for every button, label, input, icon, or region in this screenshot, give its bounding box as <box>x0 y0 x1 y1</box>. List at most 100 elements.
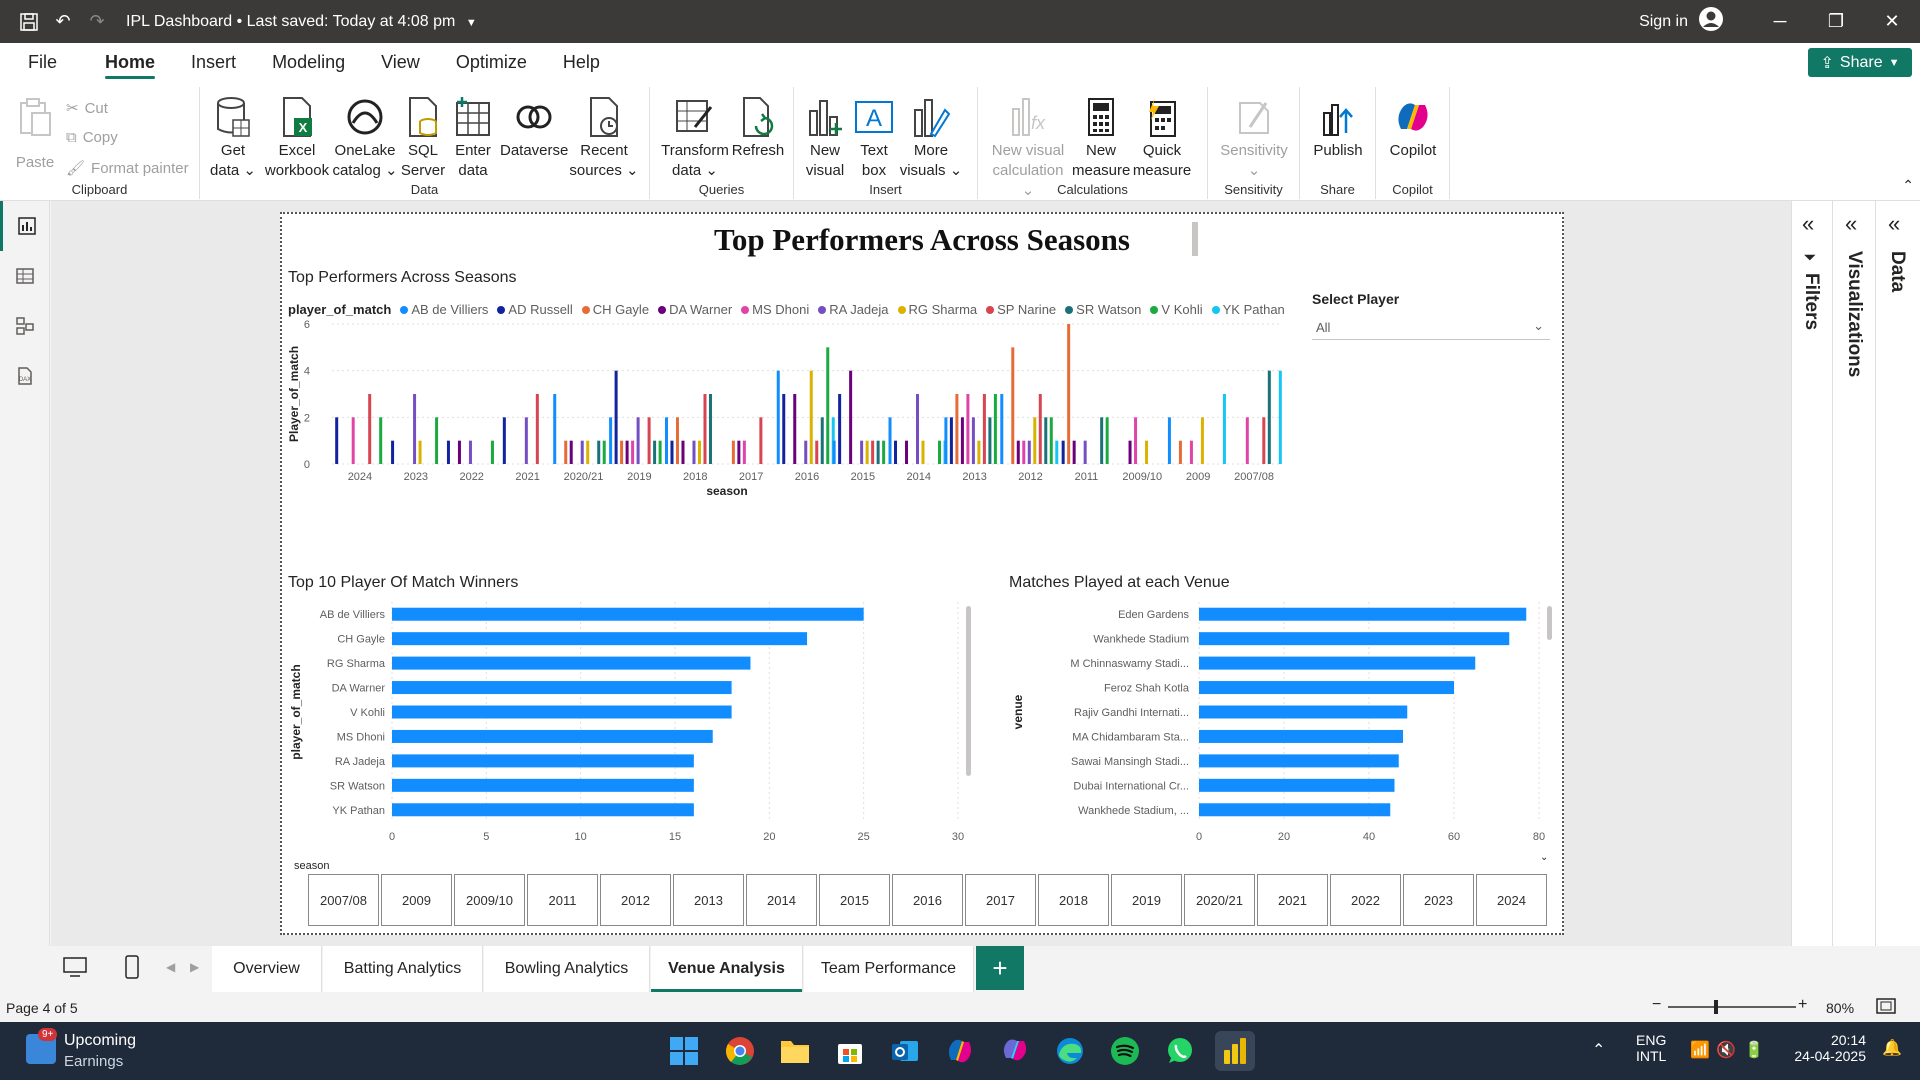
season-tile[interactable]: 2011 <box>527 874 598 926</box>
zoom-in-button[interactable]: + <box>1798 996 1807 1014</box>
more-visuals-button[interactable]: More visuals ⌄ <box>898 93 964 181</box>
language-indicator[interactable]: ENG INTL <box>1636 1032 1666 1064</box>
season-tile[interactable]: 2007/08 <box>308 874 379 926</box>
season-tile[interactable]: 2009/10 <box>454 874 525 926</box>
zoom-slider-thumb[interactable] <box>1714 1000 1718 1014</box>
share-button[interactable]: ⇪ Share ▼ <box>1808 48 1912 77</box>
menu-modeling[interactable]: Modeling <box>254 43 363 81</box>
dax-query-view-icon[interactable]: DAX <box>0 351 50 401</box>
menu-help[interactable]: Help <box>545 43 618 81</box>
get-data-button[interactable]: Get data ⌄ <box>206 93 260 181</box>
transform-data-button[interactable]: Transform data ⌄ <box>660 93 730 181</box>
news-title[interactable]: Upcoming <box>64 1032 136 1050</box>
start-icon[interactable] <box>664 1031 704 1071</box>
table-view-icon[interactable] <box>0 251 50 301</box>
tab-bowling-analytics[interactable]: Bowling Analytics <box>484 946 650 992</box>
chevron-down-icon[interactable]: ⌄ <box>1540 852 1548 863</box>
expand-pane-icon[interactable]: « <box>1845 211 1857 237</box>
spotify-icon[interactable] <box>1105 1031 1145 1071</box>
tab-overview[interactable]: Overview <box>212 946 322 992</box>
power-bi-icon[interactable] <box>1215 1031 1255 1071</box>
restore-button[interactable]: ❐ <box>1808 0 1864 43</box>
mobile-layout-icon[interactable] <box>124 954 140 985</box>
recent-sources-button[interactable]: Recent sources ⌄ <box>568 93 640 181</box>
season-tile[interactable]: 2013 <box>673 874 744 926</box>
venue-bar-chart[interactable]: 0 20 40 60 80 Eden Gardens Wankhede Stadium M C… <box>1004 598 1564 848</box>
season-tile[interactable]: 2023 <box>1403 874 1474 926</box>
season-tile[interactable]: 2016 <box>892 874 963 926</box>
menu-insert[interactable]: Insert <box>173 43 254 81</box>
season-tile[interactable]: 2015 <box>819 874 890 926</box>
add-page-button[interactable]: + <box>976 946 1024 990</box>
scroll-left-icon[interactable]: ◀ <box>166 960 175 974</box>
copy-button[interactable]: ⧉ Copy <box>66 129 118 146</box>
m365-copilot-icon[interactable] <box>995 1031 1035 1071</box>
top10-scrollbar[interactable] <box>966 606 971 776</box>
excel-workbook-button[interactable]: X Excel workbook <box>262 93 332 181</box>
season-tile[interactable]: 2024 <box>1476 874 1547 926</box>
menu-home[interactable]: Home <box>87 43 173 81</box>
copilot-app-icon[interactable] <box>940 1031 980 1071</box>
scroll-right-icon[interactable]: ▶ <box>190 960 199 974</box>
store-icon[interactable] <box>830 1031 870 1071</box>
undo-icon[interactable]: ↶ <box>46 0 80 43</box>
season-tile[interactable]: 2020/21 <box>1184 874 1255 926</box>
publish-button[interactable]: Publish <box>1306 93 1370 161</box>
wifi-icon[interactable]: 📶 <box>1690 1040 1710 1060</box>
minimize-button[interactable]: ─ <box>1752 0 1808 43</box>
visualizations-pane[interactable]: « Visualizations <box>1835 201 1876 946</box>
collapse-ribbon-icon[interactable]: ⌃ <box>1902 177 1914 194</box>
sensitivity-button[interactable]: Sensitivity ⌄ <box>1216 93 1292 181</box>
season-tile[interactable]: 2017 <box>965 874 1036 926</box>
season-tile[interactable]: 2009 <box>381 874 452 926</box>
select-player-dropdown[interactable]: All ⌄ <box>1312 314 1550 340</box>
text-box-button[interactable]: A Text box <box>852 93 896 181</box>
season-tile[interactable]: 2012 <box>600 874 671 926</box>
format-painter-button[interactable]: 🖌 Format painter <box>66 159 189 178</box>
onelake-catalog-button[interactable]: OneLake catalog ⌄ <box>332 93 398 181</box>
new-visual-button[interactable]: New visual <box>802 93 848 181</box>
menu-optimize[interactable]: Optimize <box>438 43 545 81</box>
notification-bell-icon[interactable]: 🔔 <box>1882 1038 1902 1058</box>
app-title[interactable]: IPL Dashboard • Last saved: Today at 4:0… <box>126 13 477 31</box>
season-bar-chart[interactable]: 0 2 4 6 2024 2023 2022 2021 2020/21 2019 2018 2017 2… <box>282 314 1302 504</box>
fit-to-page-icon[interactable] <box>1876 998 1896 1017</box>
model-view-icon[interactable] <box>0 301 50 351</box>
tab-team-performance[interactable]: Team Performance <box>804 946 974 992</box>
zoom-out-button[interactable]: − <box>1652 996 1661 1014</box>
new-measure-button[interactable]: New measure <box>1072 93 1130 181</box>
report-view-icon[interactable] <box>0 201 50 251</box>
venue-scrollbar[interactable] <box>1547 606 1552 640</box>
refresh-button[interactable]: Refresh <box>730 93 786 161</box>
battery-icon[interactable]: 🔋 <box>1744 1040 1764 1060</box>
outlook-icon[interactable] <box>885 1031 925 1071</box>
filters-pane[interactable]: « ⏷ Filters <box>1792 201 1833 946</box>
sign-in-link[interactable]: Sign in <box>1639 13 1688 31</box>
edge-icon[interactable] <box>1050 1031 1090 1071</box>
account-icon[interactable] <box>1698 6 1724 37</box>
data-pane[interactable]: « Data <box>1878 201 1919 946</box>
zoom-slider[interactable] <box>1668 1006 1796 1008</box>
season-tile[interactable]: 2014 <box>746 874 817 926</box>
menu-view[interactable]: View <box>363 43 438 81</box>
expand-pane-icon[interactable]: « <box>1888 211 1900 237</box>
expand-pane-icon[interactable]: « <box>1802 211 1814 237</box>
dataverse-button[interactable]: Dataverse <box>500 93 568 161</box>
season-tile[interactable]: 2022 <box>1330 874 1401 926</box>
volume-muted-icon[interactable]: 🔇 <box>1716 1040 1736 1060</box>
cut-button[interactable]: ✂ Cut <box>66 99 108 118</box>
menu-file[interactable]: File <box>10 43 75 81</box>
copilot-button[interactable]: Copilot <box>1380 93 1446 161</box>
season-tile[interactable]: 2021 <box>1257 874 1328 926</box>
chevron-up-icon[interactable]: ⌃ <box>1592 1040 1605 1060</box>
whatsapp-icon[interactable] <box>1160 1031 1200 1071</box>
tab-batting-analytics[interactable]: Batting Analytics <box>323 946 483 992</box>
top10-bar-chart[interactable]: 0 5 10 15 20 25 30 AB de Villiers CH Gayle RG Sha… <box>282 598 982 848</box>
paste-button[interactable]: Paste <box>12 93 58 173</box>
quick-measure-button[interactable]: Quick measure <box>1130 93 1194 181</box>
season-tile[interactable]: 2019 <box>1111 874 1182 926</box>
clock[interactable]: 20:14 24-04-2025 <box>1786 1032 1866 1064</box>
chrome-icon[interactable] <box>720 1031 760 1071</box>
enter-data-button[interactable]: Enter data <box>450 93 496 181</box>
redo-icon[interactable]: ↷ <box>80 0 114 43</box>
